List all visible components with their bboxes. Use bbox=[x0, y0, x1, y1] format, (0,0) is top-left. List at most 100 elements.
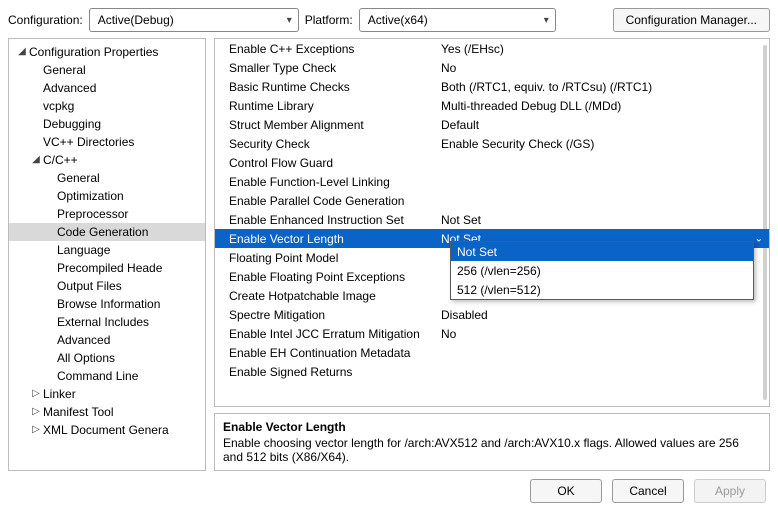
tree-item-general[interactable]: General bbox=[9, 61, 205, 79]
option-label: 512 (/vlen=512) bbox=[457, 283, 541, 297]
caret-right-icon: ▷ bbox=[29, 421, 43, 439]
prop-row[interactable]: Spectre MitigationDisabled bbox=[215, 305, 769, 324]
prop-value[interactable]: No bbox=[435, 324, 769, 343]
config-combo[interactable]: Active(Debug) ▾ bbox=[89, 8, 299, 32]
tree-item-cpp-preprocessor[interactable]: Preprocessor bbox=[9, 205, 205, 223]
prop-value[interactable]: Not Set bbox=[435, 210, 769, 229]
header-bar: Configuration: Active(Debug) ▾ Platform:… bbox=[8, 6, 770, 38]
cancel-button[interactable]: Cancel bbox=[612, 479, 684, 503]
tree-label: General bbox=[43, 61, 86, 79]
prop-value[interactable]: Enable Security Check (/GS) bbox=[435, 134, 769, 153]
prop-name: Enable Signed Returns bbox=[215, 362, 435, 381]
description-body: Enable choosing vector length for /arch:… bbox=[223, 436, 761, 464]
prop-row[interactable]: Enable C++ ExceptionsYes (/EHsc) bbox=[215, 39, 769, 58]
tree-label: VC++ Directories bbox=[43, 133, 134, 151]
platform-combo[interactable]: Active(x64) ▾ bbox=[359, 8, 556, 32]
chevron-down-icon[interactable]: ⌄ bbox=[755, 233, 763, 244]
tree-label: Debugging bbox=[43, 115, 101, 133]
tree-item-cpp-general[interactable]: General bbox=[9, 169, 205, 187]
option-label: Not Set bbox=[457, 245, 497, 259]
tree-item-linker[interactable]: ▷Linker bbox=[9, 385, 205, 403]
platform-value: Active(x64) bbox=[368, 13, 428, 27]
chevron-down-icon: ▾ bbox=[287, 15, 292, 26]
prop-value[interactable] bbox=[435, 153, 769, 172]
prop-value[interactable]: Multi-threaded Debug DLL (/MDd) bbox=[435, 96, 769, 115]
tree-label: Command Line bbox=[57, 367, 138, 385]
tree-label: Configuration Properties bbox=[29, 43, 158, 61]
prop-name: Control Flow Guard bbox=[215, 153, 435, 172]
prop-value[interactable]: Both (/RTC1, equiv. to /RTCsu) (/RTC1) bbox=[435, 77, 769, 96]
prop-name: Enable EH Continuation Metadata bbox=[215, 343, 435, 362]
tree-label: Browse Information bbox=[57, 295, 160, 313]
tree-label: Output Files bbox=[57, 277, 122, 295]
prop-value[interactable] bbox=[435, 191, 769, 210]
platform-label: Platform: bbox=[305, 13, 353, 27]
prop-value[interactable]: Yes (/EHsc) bbox=[435, 39, 769, 58]
tree-label: External Includes bbox=[57, 313, 149, 331]
prop-row[interactable]: Runtime LibraryMulti-threaded Debug DLL … bbox=[215, 96, 769, 115]
prop-name: Enable Floating Point Exceptions bbox=[215, 267, 435, 286]
prop-row[interactable]: Enable Intel JCC Erratum MitigationNo bbox=[215, 324, 769, 343]
prop-value[interactable]: Disabled bbox=[435, 305, 769, 324]
dropdown-option[interactable]: 512 (/vlen=512) bbox=[451, 280, 753, 299]
prop-name: Enable Parallel Code Generation bbox=[215, 191, 435, 210]
caret-right-icon: ▷ bbox=[29, 385, 43, 403]
tree-item-cpp[interactable]: ◢ C/C++ bbox=[9, 151, 205, 169]
prop-row[interactable]: Enable Function-Level Linking bbox=[215, 172, 769, 191]
prop-name: Enable Function-Level Linking bbox=[215, 172, 435, 191]
prop-value[interactable] bbox=[435, 362, 769, 381]
tree-item-cpp-output[interactable]: Output Files bbox=[9, 277, 205, 295]
tree-label: Precompiled Heade bbox=[57, 259, 162, 277]
tree-item-cpp-pch[interactable]: Precompiled Heade bbox=[9, 259, 205, 277]
dropdown-option[interactable]: Not Set bbox=[451, 242, 753, 261]
tree-item-cpp-advanced[interactable]: Advanced bbox=[9, 331, 205, 349]
tree-label: Preprocessor bbox=[57, 205, 128, 223]
prop-row[interactable]: Control Flow Guard bbox=[215, 153, 769, 172]
prop-row[interactable]: Struct Member AlignmentDefault bbox=[215, 115, 769, 134]
tree-item-cpp-optimization[interactable]: Optimization bbox=[9, 187, 205, 205]
prop-row[interactable]: Enable EH Continuation Metadata bbox=[215, 343, 769, 362]
tree-label: Language bbox=[57, 241, 110, 259]
prop-row[interactable]: Enable Enhanced Instruction SetNot Set bbox=[215, 210, 769, 229]
tree-item-cpp-language[interactable]: Language bbox=[9, 241, 205, 259]
tree-label: vcpkg bbox=[43, 97, 74, 115]
tree-label: XML Document Genera bbox=[43, 421, 169, 439]
apply-label: Apply bbox=[715, 484, 745, 498]
config-manager-button[interactable]: Configuration Manager... bbox=[613, 8, 770, 32]
tree-item-cpp-cmdline[interactable]: Command Line bbox=[9, 367, 205, 385]
ok-button[interactable]: OK bbox=[530, 479, 602, 503]
tree-item-xmldoc[interactable]: ▷XML Document Genera bbox=[9, 421, 205, 439]
prop-row[interactable]: Basic Runtime ChecksBoth (/RTC1, equiv. … bbox=[215, 77, 769, 96]
property-grid[interactable]: Enable C++ ExceptionsYes (/EHsc) Smaller… bbox=[214, 38, 770, 407]
tree-item-vcpkg[interactable]: vcpkg bbox=[9, 97, 205, 115]
tree-label: General bbox=[57, 169, 100, 187]
prop-value[interactable] bbox=[435, 343, 769, 362]
nav-tree[interactable]: ◢ Configuration Properties General Advan… bbox=[8, 38, 206, 471]
apply-button[interactable]: Apply bbox=[694, 479, 766, 503]
tree-item-cpp-external[interactable]: External Includes bbox=[9, 313, 205, 331]
config-manager-label: Configuration Manager... bbox=[626, 13, 757, 27]
prop-name: Create Hotpatchable Image bbox=[215, 286, 435, 305]
value-dropdown[interactable]: Not Set 256 (/vlen=256) 512 (/vlen=512) bbox=[450, 241, 754, 300]
prop-value[interactable] bbox=[435, 172, 769, 191]
prop-row[interactable]: Enable Signed Returns bbox=[215, 362, 769, 381]
prop-name: Smaller Type Check bbox=[215, 58, 435, 77]
tree-label: Advanced bbox=[57, 331, 110, 349]
tree-item-advanced[interactable]: Advanced bbox=[9, 79, 205, 97]
tree-item-vcdirs[interactable]: VC++ Directories bbox=[9, 133, 205, 151]
prop-row[interactable]: Enable Parallel Code Generation bbox=[215, 191, 769, 210]
dropdown-option[interactable]: 256 (/vlen=256) bbox=[451, 261, 753, 280]
tree-label: C/C++ bbox=[43, 151, 78, 169]
prop-name: Security Check bbox=[215, 134, 435, 153]
prop-row[interactable]: Smaller Type CheckNo bbox=[215, 58, 769, 77]
prop-value[interactable]: Default bbox=[435, 115, 769, 134]
tree-item-debugging[interactable]: Debugging bbox=[9, 115, 205, 133]
prop-value[interactable]: No bbox=[435, 58, 769, 77]
tree-item-cpp-allopts[interactable]: All Options bbox=[9, 349, 205, 367]
prop-row[interactable]: Security CheckEnable Security Check (/GS… bbox=[215, 134, 769, 153]
tree-label: Optimization bbox=[57, 187, 124, 205]
tree-item-cpp-browse[interactable]: Browse Information bbox=[9, 295, 205, 313]
tree-item-manifest[interactable]: ▷Manifest Tool bbox=[9, 403, 205, 421]
tree-item-cpp-codegen[interactable]: Code Generation bbox=[9, 223, 205, 241]
tree-root[interactable]: ◢ Configuration Properties bbox=[9, 43, 205, 61]
